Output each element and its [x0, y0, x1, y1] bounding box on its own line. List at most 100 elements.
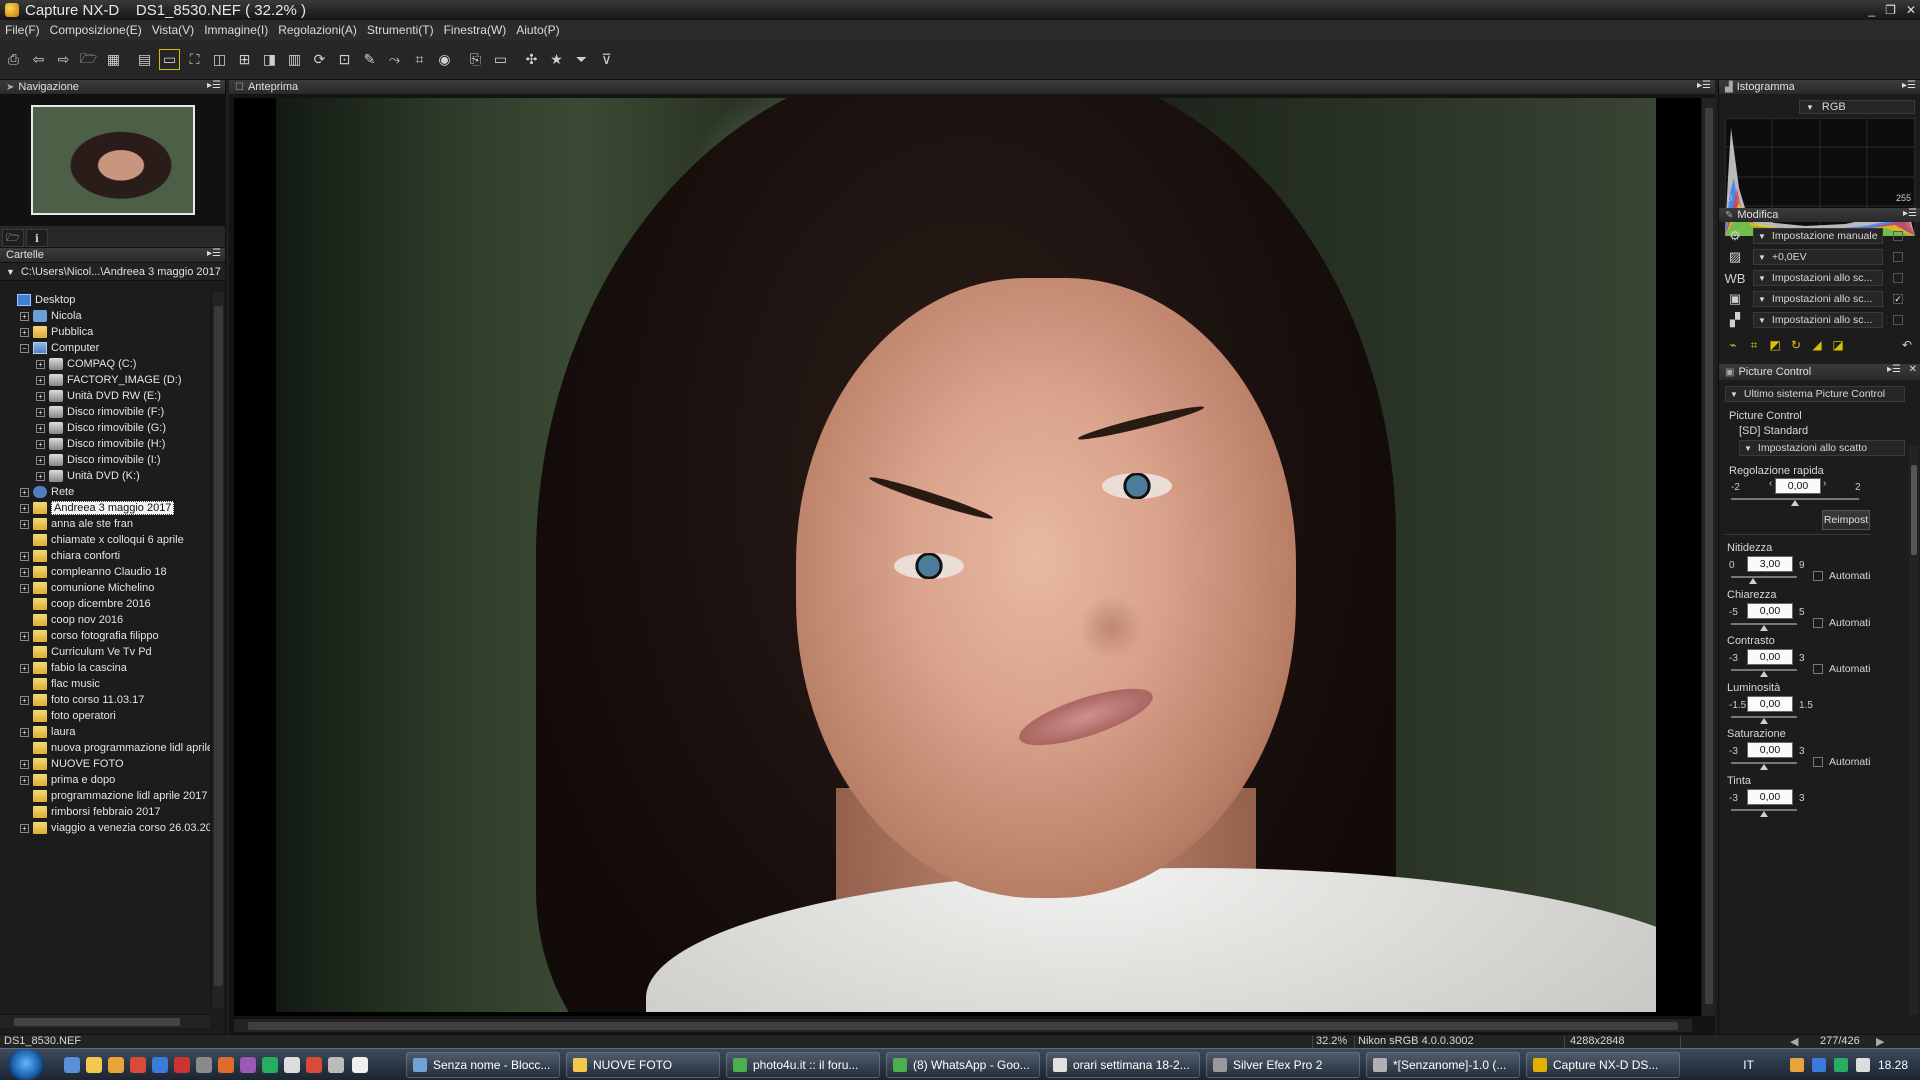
- filter-clear-icon[interactable]: ⊽: [597, 50, 616, 69]
- slider-knob[interactable]: [1760, 810, 1768, 817]
- filmstrip-icon[interactable]: ▤: [135, 50, 154, 69]
- hscroll-thumb[interactable]: [14, 1018, 180, 1026]
- straighten-icon[interactable]: ⤳: [385, 50, 404, 69]
- taskbar-task[interactable]: (8) WhatsApp - Goo...: [886, 1052, 1040, 1078]
- quick-adjust-knob[interactable]: [1791, 500, 1799, 506]
- preview-vscrollbar[interactable]: [1701, 98, 1715, 1016]
- tree-item[interactable]: flac music: [0, 676, 210, 692]
- slider-knob[interactable]: [1748, 578, 1757, 584]
- slider-track[interactable]: [1731, 576, 1797, 578]
- expand-icon[interactable]: +: [20, 583, 29, 593]
- taskbar-task[interactable]: Capture NX-D DS...: [1526, 1052, 1680, 1078]
- tray-app-icon[interactable]: [1789, 1058, 1804, 1072]
- language-indicator[interactable]: IT: [1743, 1058, 1754, 1072]
- menu-view[interactable]: Vista(V): [147, 23, 199, 37]
- browser-icon[interactable]: [306, 1057, 322, 1073]
- scroll-thumb[interactable]: [214, 306, 223, 986]
- rotate-tool-icon[interactable]: ↻: [1788, 338, 1804, 352]
- tree-item[interactable]: rimborsi febbraio 2017: [0, 804, 210, 820]
- crop-icon[interactable]: ⌗: [410, 50, 429, 69]
- outlook-icon[interactable]: [152, 1057, 168, 1073]
- expand-icon[interactable]: +: [20, 759, 29, 769]
- minimize-button[interactable]: _: [1868, 3, 1875, 17]
- tray-network-icon[interactable]: [1811, 1058, 1826, 1072]
- tree-item[interactable]: + Andreea 3 maggio 2017: [0, 500, 210, 516]
- tree-item[interactable]: + viaggio a venezia corso 26.03.201: [0, 820, 210, 836]
- tree-item[interactable]: + Nicola: [0, 308, 210, 324]
- slider-value-input[interactable]: 0,00: [1747, 788, 1793, 805]
- folder-tree-hscrollbar[interactable]: [0, 1014, 210, 1028]
- histogram-channel-select[interactable]: ▼ RGB: [1799, 100, 1915, 114]
- pc-preset-select[interactable]: ▼ Impostazioni allo scatto: [1739, 440, 1905, 456]
- tool-icon[interactable]: [196, 1057, 212, 1073]
- slider-knob[interactable]: [1760, 764, 1768, 770]
- slider-value-input[interactable]: 0,00: [1747, 649, 1793, 665]
- noise-tool-icon[interactable]: ⌁: [1725, 338, 1741, 352]
- modify-checkbox[interactable]: [1893, 315, 1903, 325]
- expand-icon[interactable]: +: [20, 487, 29, 497]
- checkbox[interactable]: [1813, 664, 1823, 674]
- tree-item[interactable]: + Pubblica: [0, 324, 210, 340]
- color-picker-icon[interactable]: ✣: [522, 50, 541, 69]
- tree-item[interactable]: + Unità DVD (K:): [0, 468, 210, 484]
- print-icon[interactable]: ⎙: [4, 50, 23, 69]
- auto-checkbox[interactable]: Automati: [1813, 570, 1870, 582]
- notepad-icon[interactable]: [352, 1057, 368, 1073]
- undo-icon[interactable]: ↶: [1899, 338, 1915, 352]
- photo-viewport[interactable]: [234, 98, 1705, 1016]
- windows-start-button[interactable]: [8, 1049, 44, 1080]
- quick-left-arrow[interactable]: ‹: [1769, 478, 1772, 489]
- preview-menu-icon[interactable]: ▸☰: [1697, 80, 1711, 91]
- modify-checkbox[interactable]: [1893, 273, 1903, 283]
- levels-tool-icon[interactable]: ◢: [1809, 338, 1825, 352]
- tree-item[interactable]: foto operatori: [0, 708, 210, 724]
- close-button[interactable]: ✕: [1906, 3, 1916, 17]
- scroll-thumb[interactable]: [1911, 465, 1917, 555]
- panel-menu-icon[interactable]: ▸☰: [207, 80, 221, 91]
- hscroll-thumb[interactable]: [248, 1022, 1678, 1030]
- paint-icon[interactable]: [218, 1057, 234, 1073]
- expand-icon[interactable]: +: [20, 727, 29, 737]
- tree-item[interactable]: + laura: [0, 724, 210, 740]
- slider-value-input[interactable]: 3,00: [1747, 556, 1793, 572]
- checkbox[interactable]: [1813, 617, 1823, 628]
- modify-select[interactable]: ▼ Impostazioni allo sc...: [1753, 270, 1883, 286]
- slider-value-input[interactable]: 0,00: [1747, 742, 1793, 758]
- show-desktop-icon[interactable]: [64, 1057, 80, 1073]
- expand-icon[interactable]: +: [36, 423, 45, 433]
- slider-value-input[interactable]: 0,00: [1747, 695, 1793, 712]
- expand-icon[interactable]: +: [36, 359, 45, 369]
- right-panel-scrollbar[interactable]: [1909, 445, 1919, 1015]
- pc-system-select[interactable]: ▼ Ultimo sistema Picture Control: [1725, 386, 1905, 402]
- expand-icon[interactable]: +: [20, 695, 29, 705]
- expand-icon[interactable]: +: [20, 567, 29, 577]
- viewer-icon[interactable]: ▭: [159, 49, 180, 70]
- modify-checkbox[interactable]: [1893, 231, 1903, 241]
- split-view-icon[interactable]: ▥: [285, 50, 304, 69]
- app2-icon[interactable]: [262, 1057, 278, 1073]
- folders-menu-icon[interactable]: ▸☰: [207, 248, 221, 259]
- tree-item[interactable]: Curriculum Ve Tv Pd: [0, 644, 210, 660]
- prev-image-icon[interactable]: ◀: [1790, 1035, 1798, 1048]
- tree-item[interactable]: nuova programmazione lidl aprile 2: [0, 740, 210, 756]
- tray-security-icon[interactable]: [1833, 1058, 1848, 1072]
- taskbar-task[interactable]: *[Senzanome]-1.0 (...: [1366, 1052, 1520, 1078]
- explorer-icon[interactable]: [86, 1057, 102, 1073]
- clock[interactable]: 18.28: [1878, 1058, 1908, 1072]
- modify-select[interactable]: ▼ Impostazione manuale: [1753, 228, 1883, 244]
- scroll-thumb[interactable]: [1705, 108, 1713, 1004]
- firefox-icon[interactable]: [108, 1057, 124, 1073]
- tree-item[interactable]: + corso fotografia filippo: [0, 628, 210, 644]
- navigation-thumbnail[interactable]: [30, 105, 195, 215]
- app-icon[interactable]: [174, 1057, 190, 1073]
- auto-checkbox[interactable]: Automati: [1813, 617, 1870, 629]
- auto-checkbox[interactable]: Automati: [1813, 663, 1870, 675]
- tree-item[interactable]: + Disco rimovibile (F:): [0, 404, 210, 420]
- media-icon[interactable]: [240, 1057, 256, 1073]
- tree-item[interactable]: chiamate x colloqui 6 aprile: [0, 532, 210, 548]
- fullscreen-icon[interactable]: ⛶: [185, 50, 204, 69]
- red-eye-icon[interactable]: ◉: [435, 50, 454, 69]
- menu-edit[interactable]: Composizione(E): [45, 23, 147, 37]
- slider-knob[interactable]: [1760, 717, 1768, 724]
- taskbar-task[interactable]: photo4u.it :: il foru...: [726, 1052, 880, 1078]
